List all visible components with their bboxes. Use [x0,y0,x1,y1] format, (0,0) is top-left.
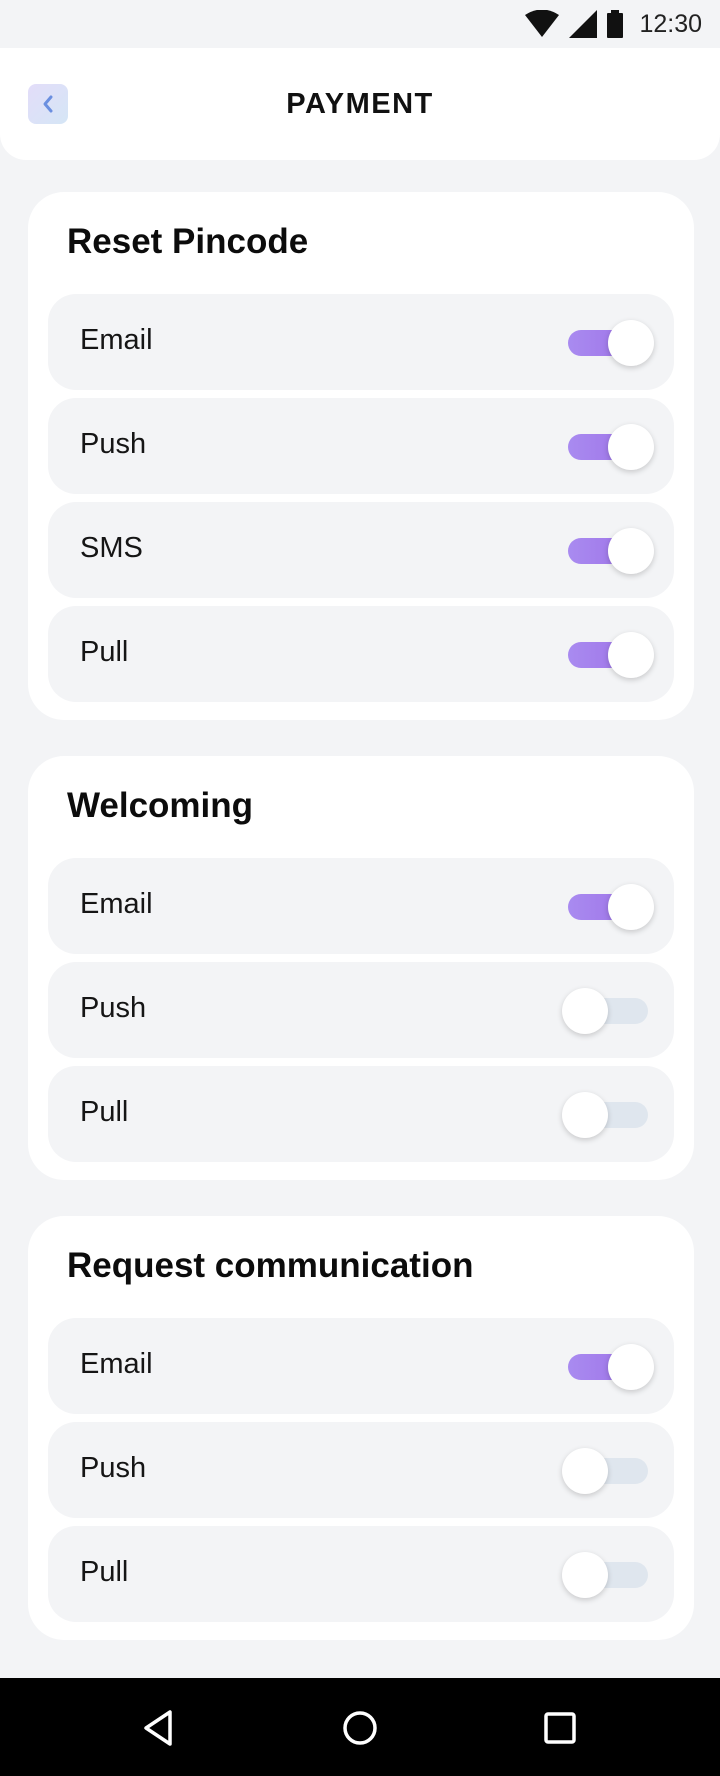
setting-label: Push [80,992,147,1024]
toggle-knob [608,320,654,366]
setting-row: Email [48,294,674,390]
toggle-switch[interactable] [560,524,656,576]
section-title: Reset Pincode [67,222,309,261]
setting-row: Email [48,1318,674,1414]
toggle-switch[interactable] [560,420,656,472]
page-title: PAYMENT [286,88,434,120]
status-bar: 12:30 [0,0,720,48]
setting-label: Push [80,1452,147,1484]
setting-label: Email [80,888,153,920]
section-card-reset-pincode: Reset Pincode Email Push SMS Pull [28,192,694,720]
toggle-knob [608,884,654,930]
navigation-bar [0,1678,720,1776]
toggle-switch[interactable] [560,628,656,680]
header: PAYMENT [0,48,720,160]
toggle-switch[interactable] [560,316,656,368]
setting-row: Push [48,1422,674,1518]
setting-label: Pull [80,1556,129,1588]
setting-row: Pull [48,1526,674,1622]
setting-label: Pull [80,1096,129,1128]
toggle-switch[interactable] [560,1444,656,1496]
toggle-knob [562,988,608,1034]
toggle-knob [562,1448,608,1494]
toggle-switch[interactable] [560,1548,656,1600]
setting-row: Pull [48,1066,674,1162]
toggle-knob [562,1092,608,1138]
setting-label: Email [80,1348,153,1380]
recents-square-icon[interactable] [536,1704,584,1752]
battery-icon [607,10,624,38]
toggle-switch[interactable] [560,1340,656,1392]
section-card-request-communication: Request communication Email Push Pull [28,1216,694,1640]
status-time: 12:30 [639,9,702,38]
setting-label: Push [80,428,147,460]
setting-label: Email [80,324,153,356]
wifi-icon [525,10,560,37]
setting-row: SMS [48,502,674,598]
toggle-knob [608,632,654,678]
toggle-switch[interactable] [560,1088,656,1140]
status-icons: 12:30 [525,8,702,40]
toggle-knob [608,1344,654,1390]
toggle-knob [608,424,654,470]
section-title: Request communication [67,1246,474,1285]
back-triangle-icon[interactable] [136,1704,184,1752]
toggle-switch[interactable] [560,880,656,932]
toggle-knob [608,528,654,574]
section-title: Welcoming [67,786,254,825]
setting-row: Push [48,962,674,1058]
toggle-switch[interactable] [560,984,656,1036]
setting-row: Push [48,398,674,494]
setting-row: Pull [48,606,674,702]
toggle-knob [562,1552,608,1598]
setting-row: Email [48,858,674,954]
setting-label: Pull [80,636,129,668]
home-circle-icon[interactable] [336,1704,384,1752]
cellular-signal-icon [569,10,598,38]
setting-label: SMS [80,532,143,564]
section-card-welcoming: Welcoming Email Push Pull [28,756,694,1180]
